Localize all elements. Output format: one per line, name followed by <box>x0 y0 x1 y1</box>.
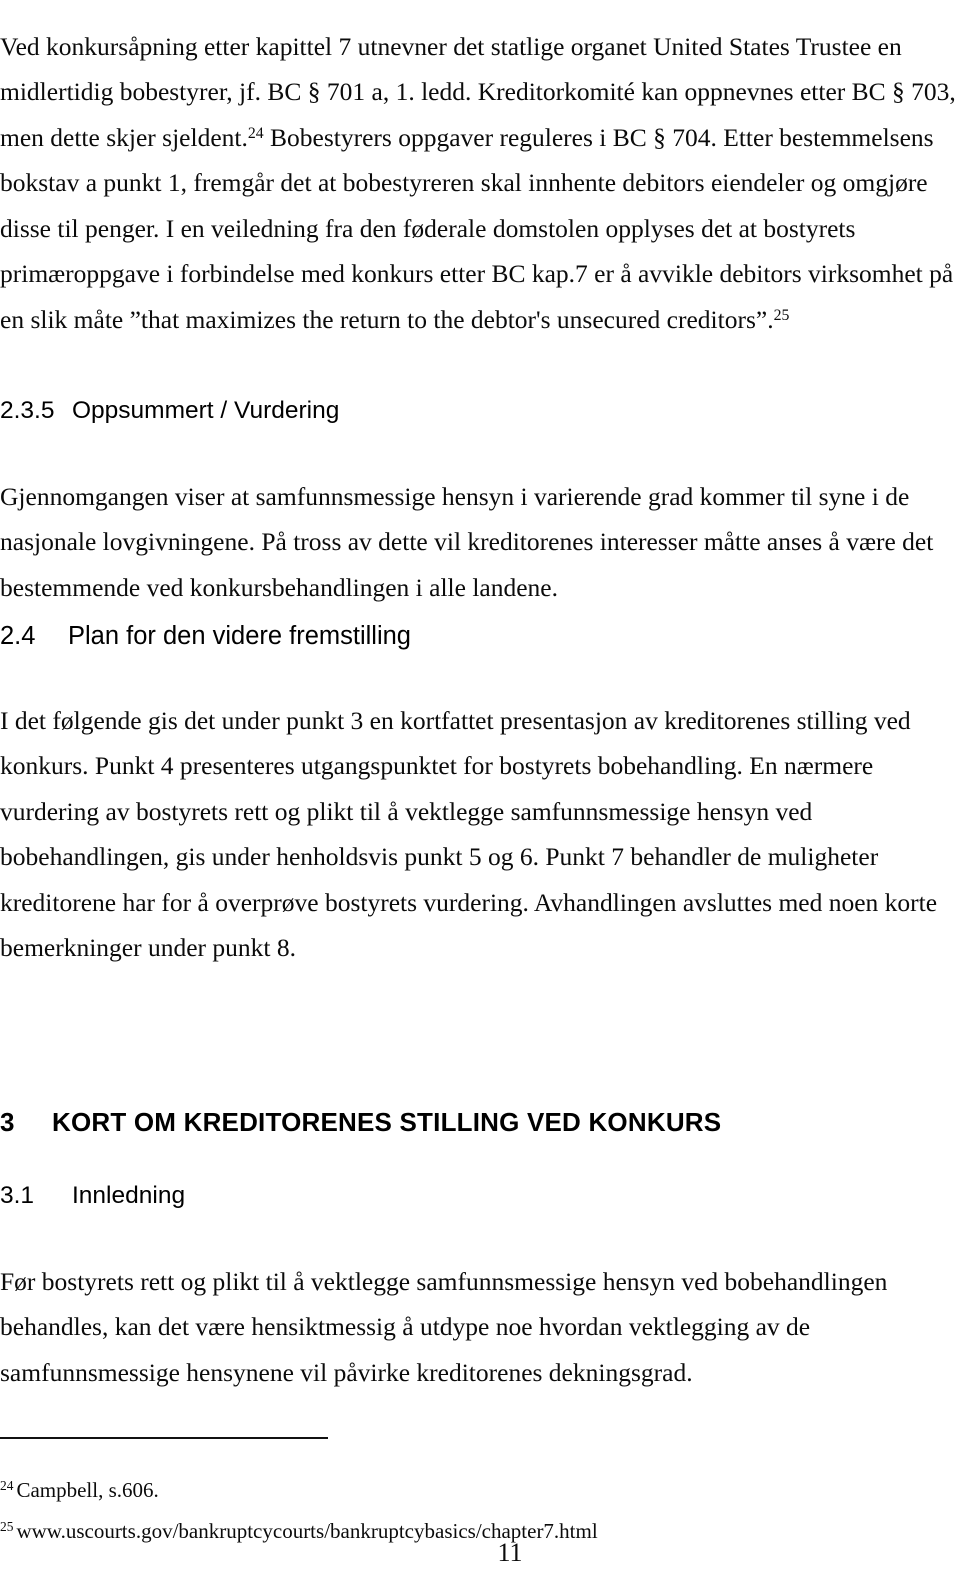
footnote-24: 24 Campbell, s.606. <box>0 1476 900 1504</box>
heading-2-4-title: Plan for den videre fremstilling <box>68 622 411 650</box>
document-page: Ved konkursåpning etter kapittel 7 utnev… <box>0 0 960 1574</box>
footnote-ref-25[interactable]: 25 <box>774 307 790 324</box>
heading-3-1-title: Innledning <box>72 1182 186 1209</box>
paragraph-1-text-part-2: Bobestyrers oppgaver reguleres i BC § 70… <box>0 122 960 335</box>
heading-2-4: 2.4 Plan for den videre fremstilling <box>0 622 958 651</box>
heading-2-3-5-title: Oppsummert / Vurdering <box>72 397 340 424</box>
paragraph-body-1: Ved konkursåpning etter kapittel 7 utnev… <box>0 24 958 343</box>
heading-2-3-5-number: 2.3.5 <box>0 397 55 424</box>
heading-3-title: KORT OM KREDITORENES STILLING VED KONKUR… <box>52 1107 722 1137</box>
heading-3-1-number: 3.1 <box>0 1182 35 1209</box>
heading-3-chapter: 3 KORT OM KREDITORENES STILLING VED KONKU… <box>0 1107 958 1138</box>
page-number: 11 <box>497 1538 523 1567</box>
footnote-separator-rule <box>0 1437 328 1439</box>
footnote-ref-24[interactable]: 24 <box>248 124 264 141</box>
heading-3-number: 3 <box>0 1107 15 1137</box>
heading-2-4-number: 2.4 <box>0 622 36 650</box>
paragraph-body-2: Gjennomgangen viser at samfunnsmessige h… <box>0 481 940 602</box>
paragraph-body-4: Før bostyrets rett og plikt til å vektle… <box>0 1266 894 1387</box>
footnote-24-text: Campbell, s.606. <box>16 1478 159 1502</box>
footnote-24-marker: 24 <box>0 1478 14 1494</box>
paragraph-body-3: I det følgende gis det under punkt 3 en … <box>0 705 944 963</box>
heading-2-3-5: 2.3.5 Oppsummert / Vurdering <box>0 397 958 425</box>
footnote-25-marker: 25 <box>0 1519 14 1535</box>
heading-3-1: 3.1 Innledning <box>0 1182 958 1210</box>
